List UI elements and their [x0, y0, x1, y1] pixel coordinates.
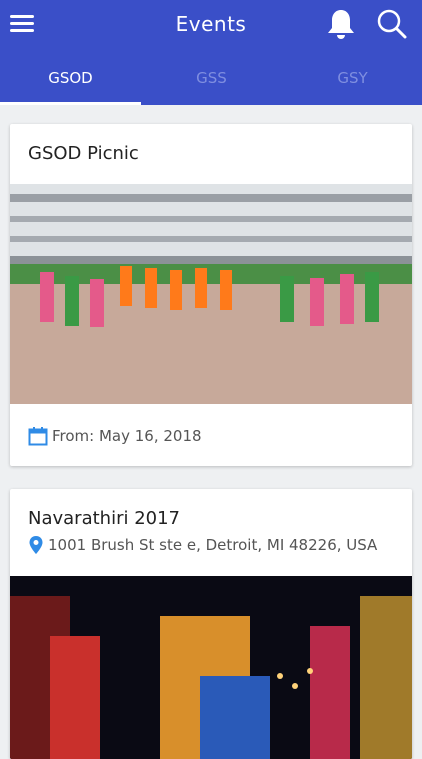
event-photo [10, 184, 412, 404]
event-date-text: From: May 16, 2018 [52, 427, 202, 445]
event-location: 1001 Brush St ste e, Detroit, MI 48226, … [28, 535, 377, 555]
tab-gsod[interactable]: GSOD [0, 62, 141, 105]
active-tab-indicator [0, 102, 141, 105]
tab-gsy[interactable]: GSY [282, 62, 422, 105]
tab-gss[interactable]: GSS [141, 62, 282, 105]
event-title: Navarathiri 2017 [28, 508, 181, 529]
calendar-icon [28, 427, 48, 446]
event-title: GSOD Picnic [28, 143, 139, 164]
bell-icon[interactable] [326, 8, 356, 40]
event-date: From: May 16, 2018 [28, 426, 202, 446]
search-icon[interactable] [376, 8, 408, 40]
event-photo [10, 576, 412, 759]
map-pin-icon [29, 536, 43, 554]
app-header: Events GSOD GSS GSY [0, 0, 422, 105]
event-location-text: 1001 Brush St ste e, Detroit, MI 48226, … [48, 536, 378, 554]
page-title: Events [175, 12, 247, 36]
tab-bar: GSOD GSS GSY [0, 62, 422, 105]
event-card[interactable]: GSOD Picnic From: May 16, 2018 [10, 124, 412, 466]
event-card[interactable]: Navarathiri 2017 1001 Brush St ste e, De… [10, 489, 412, 759]
